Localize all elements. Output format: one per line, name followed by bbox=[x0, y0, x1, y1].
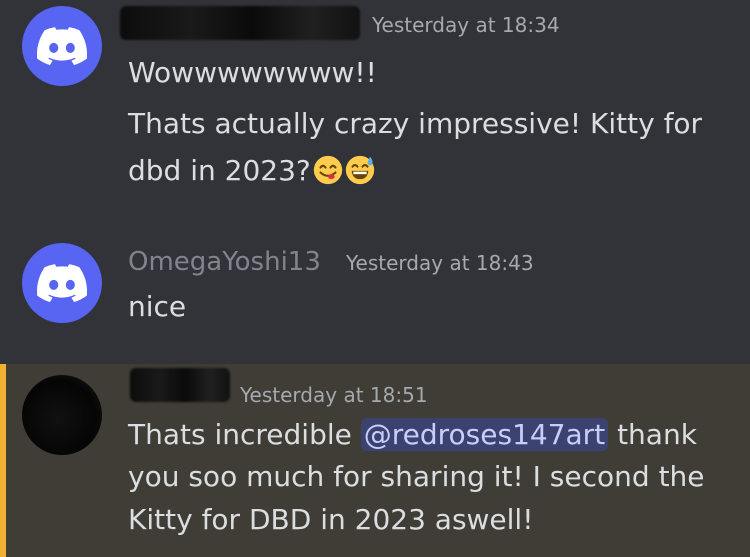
message-text-line-with-mention: Thats incredible @redroses147art thank bbox=[128, 412, 697, 458]
grinning-sweat-face-emoji-icon bbox=[345, 155, 374, 185]
discord-logo-icon bbox=[37, 27, 87, 65]
avatar-discord-icon[interactable] bbox=[22, 6, 102, 86]
discord-logo-icon bbox=[37, 264, 87, 302]
redacted-username bbox=[120, 6, 360, 40]
mention-highlight-bar bbox=[0, 364, 6, 557]
redacted-username bbox=[130, 368, 230, 402]
message-text: Thats incredible bbox=[128, 418, 361, 451]
message-timestamp: Yesterday at 18:51 bbox=[240, 383, 428, 407]
user-mention[interactable]: @redroses147art bbox=[360, 418, 609, 451]
message-text-line: Wowwwwwwww!! bbox=[128, 56, 377, 89]
message-timestamp: Yesterday at 18:43 bbox=[346, 251, 534, 275]
message-author[interactable]: OmegaYoshi13 bbox=[128, 247, 321, 277]
message-text-line: Thats actually crazy impressive! Kitty f… bbox=[128, 107, 703, 140]
avatar[interactable] bbox=[22, 375, 102, 455]
message-text: thank bbox=[608, 418, 697, 451]
message-text-line: you soo much for sharing it! I second th… bbox=[128, 460, 705, 493]
message-text-line: nice bbox=[128, 290, 187, 323]
yum-face-emoji-icon bbox=[313, 155, 342, 185]
message-timestamp: Yesterday at 18:34 bbox=[372, 13, 560, 37]
message-text-line-with-emoji: dbd in 2023? bbox=[128, 148, 375, 194]
message-text-line: Kitty for DBD in 2023 aswell! bbox=[128, 503, 534, 536]
message-text: dbd in 2023? bbox=[128, 154, 311, 187]
avatar-discord-icon[interactable] bbox=[22, 243, 102, 323]
